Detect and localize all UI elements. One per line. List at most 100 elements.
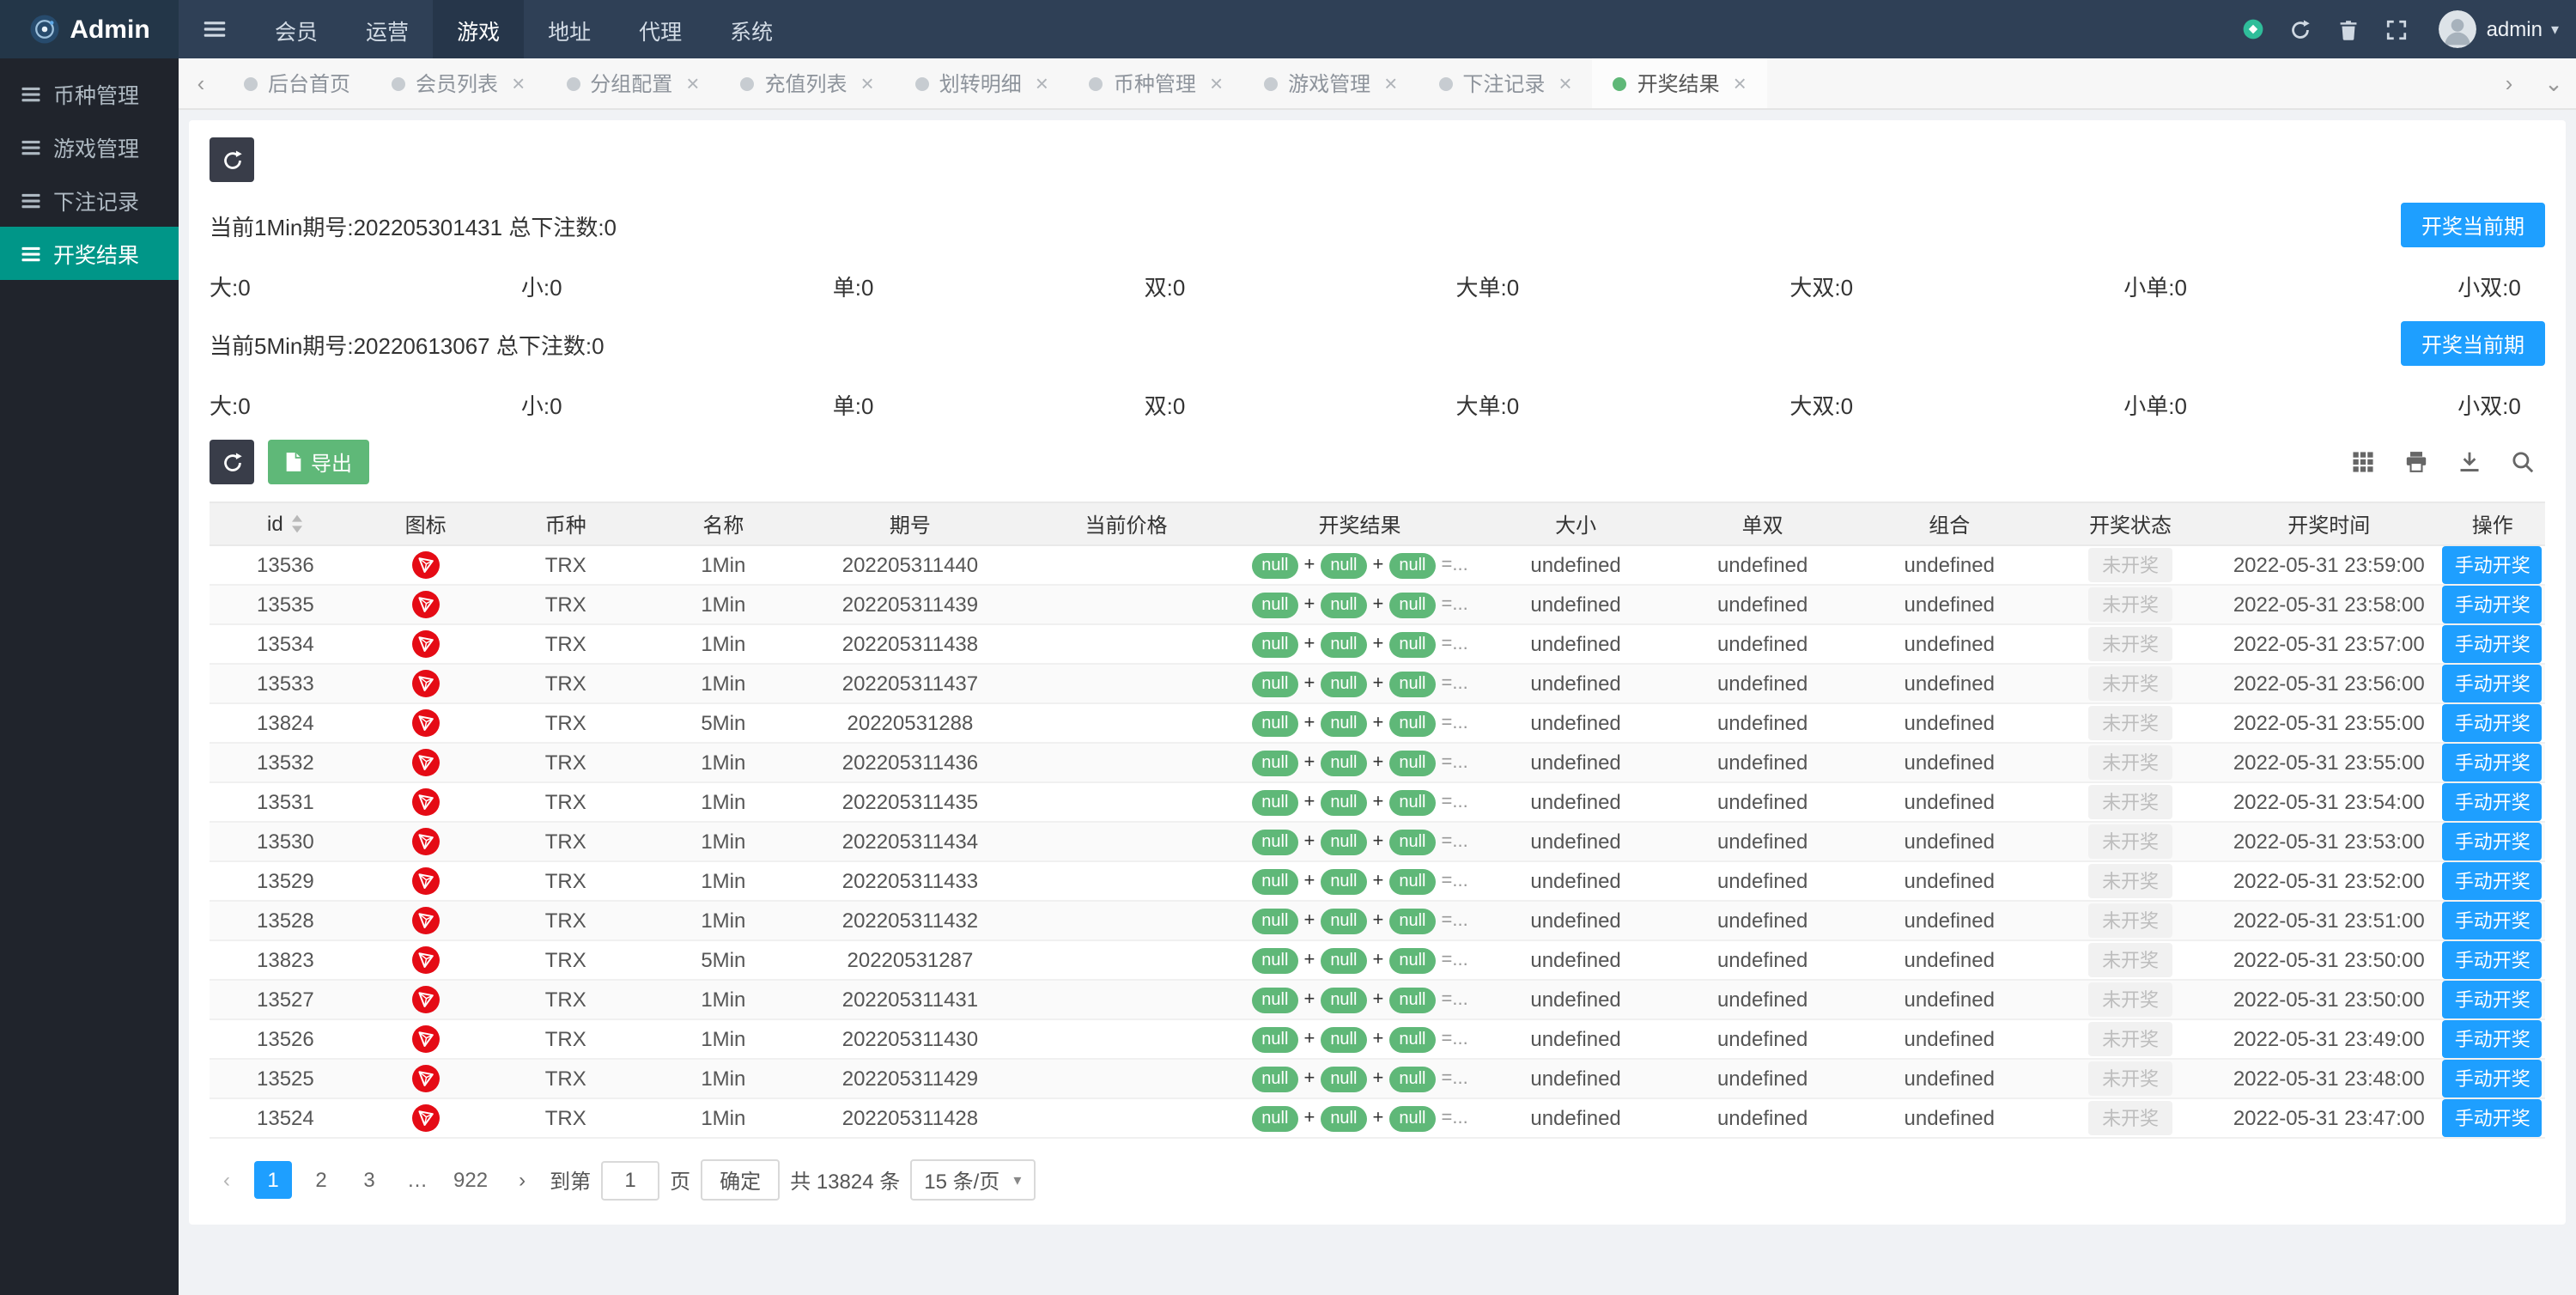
menu-toggle-icon[interactable] bbox=[179, 0, 251, 58]
jump-page-input[interactable] bbox=[601, 1160, 660, 1200]
tab-dot-icon bbox=[566, 76, 580, 90]
user-caret-icon[interactable]: ▾ bbox=[2551, 20, 2559, 39]
fullscreen-icon[interactable] bbox=[2373, 0, 2421, 58]
manual-draw-button[interactable]: 手动开奖 bbox=[2442, 783, 2543, 820]
cell-period: 202205311439 bbox=[805, 585, 1016, 625]
result-pill: null bbox=[1251, 672, 1299, 697]
refresh-icon[interactable] bbox=[2277, 0, 2325, 58]
page-button-1[interactable]: 1 bbox=[254, 1161, 292, 1199]
top-nav-item-会员[interactable]: 会员 bbox=[251, 0, 342, 58]
cell-status: 未开奖 bbox=[2043, 782, 2219, 823]
tab-item-后台首页[interactable]: 后台首页 bbox=[223, 58, 371, 108]
page-button-3[interactable]: 3 bbox=[350, 1161, 388, 1199]
trash-icon[interactable] bbox=[2325, 0, 2373, 58]
manual-draw-button[interactable]: 手动开奖 bbox=[2442, 941, 2543, 978]
column-header-label: 当前价格 bbox=[1084, 513, 1168, 537]
tab-close-icon[interactable]: × bbox=[861, 70, 874, 96]
manual-draw-button[interactable]: 手动开奖 bbox=[2442, 625, 2543, 662]
sort-icon[interactable] bbox=[290, 514, 304, 534]
per-page-value: 15 条/页 bbox=[924, 1169, 1000, 1193]
manual-draw-button[interactable]: 手动开奖 bbox=[2442, 704, 2543, 741]
column-header-label: 组合 bbox=[1929, 513, 1971, 537]
search-icon[interactable] bbox=[2507, 447, 2538, 477]
column-header-id[interactable]: id bbox=[210, 502, 361, 546]
draw-current-5min-button[interactable]: 开奖当前期 bbox=[2400, 321, 2545, 366]
tab-prev-icon[interactable]: ‹ bbox=[179, 58, 223, 108]
theme-icon[interactable] bbox=[2229, 0, 2277, 58]
cell-status: 未开奖 bbox=[2043, 624, 2219, 665]
tab-item-分组配置[interactable]: 分组配置 × bbox=[545, 58, 720, 108]
top-nav-item-运营[interactable]: 运营 bbox=[342, 0, 433, 58]
top-nav-item-地址[interactable]: 地址 bbox=[524, 0, 615, 58]
status-badge: 未开奖 bbox=[2088, 587, 2173, 622]
cell-parity: undefined bbox=[1668, 861, 1856, 902]
export-button[interactable]: 导出 bbox=[268, 440, 370, 484]
panel-refresh-button[interactable] bbox=[210, 137, 254, 182]
per-page-select[interactable]: 15 条/页 ▾ bbox=[910, 1159, 1036, 1201]
manual-draw-button[interactable]: 手动开奖 bbox=[2442, 902, 2543, 939]
manual-draw-button[interactable]: 手动开奖 bbox=[2442, 744, 2543, 781]
result-equals: =... bbox=[1441, 831, 1468, 852]
print-icon[interactable] bbox=[2401, 447, 2432, 477]
top-nav-item-代理[interactable]: 代理 bbox=[615, 0, 706, 58]
column-header-组合: 组合 bbox=[1856, 502, 2044, 546]
manual-draw-button[interactable]: 手动开奖 bbox=[2442, 862, 2543, 899]
cell-parity: undefined bbox=[1668, 782, 1856, 823]
manual-draw-button[interactable]: 手动开奖 bbox=[2442, 1099, 2543, 1136]
page-button-922[interactable]: 922 bbox=[447, 1161, 495, 1199]
prev-page-icon[interactable]: ‹ bbox=[210, 1161, 244, 1199]
top-nav-item-系统[interactable]: 系统 bbox=[706, 0, 797, 58]
jump-confirm-button[interactable]: 确定 bbox=[701, 1159, 781, 1201]
cell-name: 1Min bbox=[641, 743, 805, 783]
manual-draw-button[interactable]: 手动开奖 bbox=[2442, 823, 2543, 860]
tab-item-充值列表[interactable]: 充值列表 × bbox=[720, 58, 894, 108]
tab-item-会员列表[interactable]: 会员列表 × bbox=[371, 58, 545, 108]
top-nav-item-游戏[interactable]: 游戏 bbox=[433, 0, 525, 58]
tab-item-划转明细[interactable]: 划转明细 × bbox=[895, 58, 1069, 108]
result-pill: null bbox=[1251, 751, 1299, 776]
tab-next-icon[interactable]: › bbox=[2487, 58, 2531, 108]
tab-item-下注记录[interactable]: 下注记录 × bbox=[1418, 58, 1592, 108]
next-page-icon[interactable]: › bbox=[505, 1161, 539, 1199]
manual-draw-button[interactable]: 手动开奖 bbox=[2442, 1020, 2543, 1057]
cell-size: undefined bbox=[1482, 1019, 1669, 1060]
table-refresh-button[interactable] bbox=[210, 440, 254, 484]
result-pill: null bbox=[1388, 869, 1437, 895]
draw-current-1min-button[interactable]: 开奖当前期 bbox=[2400, 203, 2545, 247]
avatar[interactable] bbox=[2438, 10, 2476, 48]
sidebar-item-币种管理[interactable]: 币种管理 bbox=[0, 67, 179, 120]
status-badge: 未开奖 bbox=[2088, 1101, 2173, 1135]
filter-columns-icon[interactable] bbox=[2348, 447, 2379, 477]
sidebar-item-游戏管理[interactable]: 游戏管理 bbox=[0, 120, 179, 173]
manual-draw-button[interactable]: 手动开奖 bbox=[2442, 1060, 2543, 1097]
manual-draw-button[interactable]: 手动开奖 bbox=[2442, 665, 2543, 702]
manual-draw-button[interactable]: 手动开奖 bbox=[2442, 586, 2543, 623]
tab-close-icon[interactable]: × bbox=[1036, 70, 1048, 96]
tab-close-icon[interactable]: × bbox=[686, 70, 699, 96]
brand: Admin bbox=[0, 0, 179, 58]
download-icon[interactable] bbox=[2454, 447, 2485, 477]
manual-draw-button[interactable]: 手动开奖 bbox=[2442, 546, 2543, 583]
username[interactable]: admin bbox=[2487, 17, 2543, 41]
tab-item-游戏管理[interactable]: 游戏管理 × bbox=[1243, 58, 1418, 108]
tab-item-币种管理[interactable]: 币种管理 × bbox=[1069, 58, 1243, 108]
tab-close-icon[interactable]: × bbox=[1734, 70, 1747, 96]
page-button-2[interactable]: 2 bbox=[302, 1161, 340, 1199]
sidebar-item-下注记录[interactable]: 下注记录 bbox=[0, 173, 179, 227]
stat-item: 双:0 bbox=[1144, 393, 1186, 419]
tab-close-icon[interactable]: × bbox=[1558, 70, 1571, 96]
cell-status: 未开奖 bbox=[2043, 585, 2219, 625]
tab-close-icon[interactable]: × bbox=[512, 70, 525, 96]
result-plus: + bbox=[1372, 950, 1384, 970]
column-header-操作: 操作 bbox=[2439, 502, 2545, 546]
tab-close-icon[interactable]: × bbox=[1210, 70, 1223, 96]
sidebar-item-开奖结果[interactable]: 开奖结果 bbox=[0, 227, 179, 280]
table-row: 13535 TRX 1Min 202205311439 null + null + null =.… bbox=[210, 585, 2545, 625]
trx-coin-icon bbox=[411, 1104, 440, 1132]
tab-item-开奖结果[interactable]: 开奖结果 × bbox=[1592, 58, 1767, 108]
result-pill: null bbox=[1388, 790, 1437, 816]
tab-close-icon[interactable]: × bbox=[1384, 70, 1397, 96]
manual-draw-button[interactable]: 手动开奖 bbox=[2442, 981, 2543, 1018]
tab-menu-icon[interactable]: ⌄ bbox=[2531, 58, 2576, 108]
cell-result: null + null + null =... bbox=[1236, 782, 1483, 823]
